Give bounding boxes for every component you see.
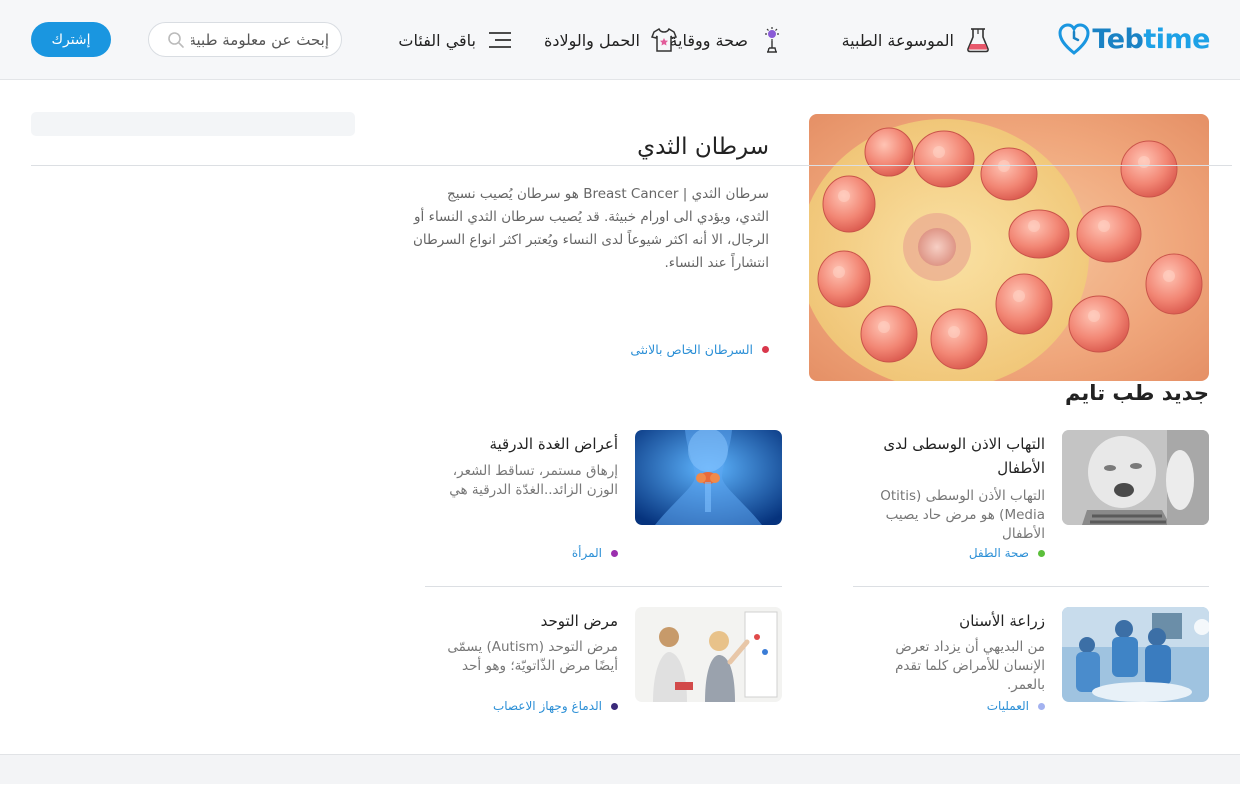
nav-medical-encyclopedia[interactable]: الموسوعة الطبية: [842, 22, 992, 58]
category-label: العمليات: [986, 699, 1029, 713]
category-dot: [1038, 549, 1045, 557]
article-thumbnail[interactable]: [1062, 430, 1209, 525]
featured-image[interactable]: [809, 114, 1209, 381]
category-dot: [611, 702, 618, 710]
article-excerpt: التهاب الأذن الوسطى (Otitis Media) هو مر…: [880, 488, 1045, 542]
nav-pregnancy-birth[interactable]: الحمل والولادة: [544, 22, 678, 58]
card-divider: [425, 586, 782, 587]
nav-label: الموسوعة الطبية: [841, 30, 954, 50]
article-thumbnail[interactable]: [635, 430, 782, 525]
footer: [0, 754, 1240, 784]
article-card[interactable]: أعراض الغدة الدرقية إرهاق مستمر، تساقط ا…: [425, 430, 782, 570]
article-card[interactable]: التهاب الاذن الوسطى لدى الأطفال التهاب ا…: [852, 430, 1209, 570]
category-label: صحة الطفل: [968, 546, 1029, 560]
featured-title[interactable]: سرطان الثدي: [637, 134, 769, 160]
featured-divider: [31, 165, 1232, 166]
search-input[interactable]: [191, 30, 329, 49]
nav-health-prevention[interactable]: صحة ووقاية: [669, 22, 786, 58]
nav-label: باقي الفئات: [398, 30, 476, 50]
nav-other-categories[interactable]: باقي الفئات: [398, 22, 514, 58]
section-title: جديد طب تايم: [1064, 381, 1209, 405]
logo[interactable]: Tebtime: [1058, 20, 1210, 58]
article-thumbnail[interactable]: [1062, 607, 1209, 702]
menu-icon: [489, 32, 511, 48]
subscribe-button[interactable]: إشترك: [31, 22, 111, 57]
article-card[interactable]: مرض التوحد مرض التوحد (Autism) يسمّى أيض…: [425, 607, 782, 747]
category-dot: [762, 346, 769, 353]
thyroid-xray-photo: [635, 430, 782, 525]
article-card[interactable]: زراعة الأسنان من البديهي أن يزداد تعرض ا…: [852, 607, 1209, 747]
article-category-link[interactable]: الدماغ وجهاز الاعصاب: [493, 699, 618, 713]
sidebar-placeholder: [31, 112, 355, 136]
logo-text-part2: time: [1143, 23, 1210, 55]
article-category-link[interactable]: صحة الطفل: [969, 546, 1045, 560]
category-label: السرطان الخاص بالانثى: [630, 342, 753, 357]
category-label: المرأة: [571, 546, 602, 560]
category-label: الدماغ وجهاز الاعصاب: [492, 699, 602, 713]
article-title[interactable]: التهاب الاذن الوسطى لدى الأطفال: [855, 432, 1045, 480]
dental-surgery-photo: [1062, 607, 1209, 702]
nav-label: صحة ووقاية: [669, 30, 748, 50]
nav-label: الحمل والولادة: [543, 30, 640, 50]
article-excerpt: من البديهي أن يزداد تعرض الإنسان للأمراض…: [895, 639, 1045, 693]
virus-microscope-icon: [765, 27, 779, 53]
site-header: Tebtime الموسوعة الطبية صحة ووقاية الحمل: [0, 0, 1240, 80]
search-icon[interactable]: [167, 31, 185, 49]
search-box[interactable]: [148, 22, 342, 57]
flask-icon: [967, 28, 989, 53]
card-divider: [853, 586, 1209, 587]
logo-text: Tebtime: [1092, 24, 1210, 55]
article-excerpt: إرهاق مستمر، تساقط الشعر، الوزن الزائد..…: [449, 463, 618, 498]
logo-heart-clock-icon: [1058, 23, 1090, 55]
featured-description: سرطان الثدي | Breast Cancer هو سرطان يُص…: [413, 186, 769, 271]
article-category-link[interactable]: المرأة: [572, 546, 618, 560]
baby-onesie-icon: [650, 27, 678, 52]
crying-baby-photo: [1062, 430, 1209, 525]
article-thumbnail[interactable]: [635, 607, 782, 702]
category-dot: [1038, 702, 1045, 710]
breast-tissue-illustration: [809, 114, 1209, 381]
featured-category-link[interactable]: السرطان الخاص بالانثى: [630, 342, 769, 357]
logo-text-part1: Teb: [1092, 23, 1144, 55]
article-excerpt: مرض التوحد (Autism) يسمّى أيضًا مرض الذّ…: [447, 639, 618, 674]
article-title[interactable]: مرض التوحد: [428, 609, 618, 633]
article-title[interactable]: زراعة الأسنان: [855, 609, 1045, 633]
article-title[interactable]: أعراض الغدة الدرقية: [428, 432, 618, 456]
article-category-link[interactable]: العمليات: [987, 699, 1045, 713]
category-dot: [611, 549, 618, 557]
autism-child-photo: [635, 607, 782, 702]
